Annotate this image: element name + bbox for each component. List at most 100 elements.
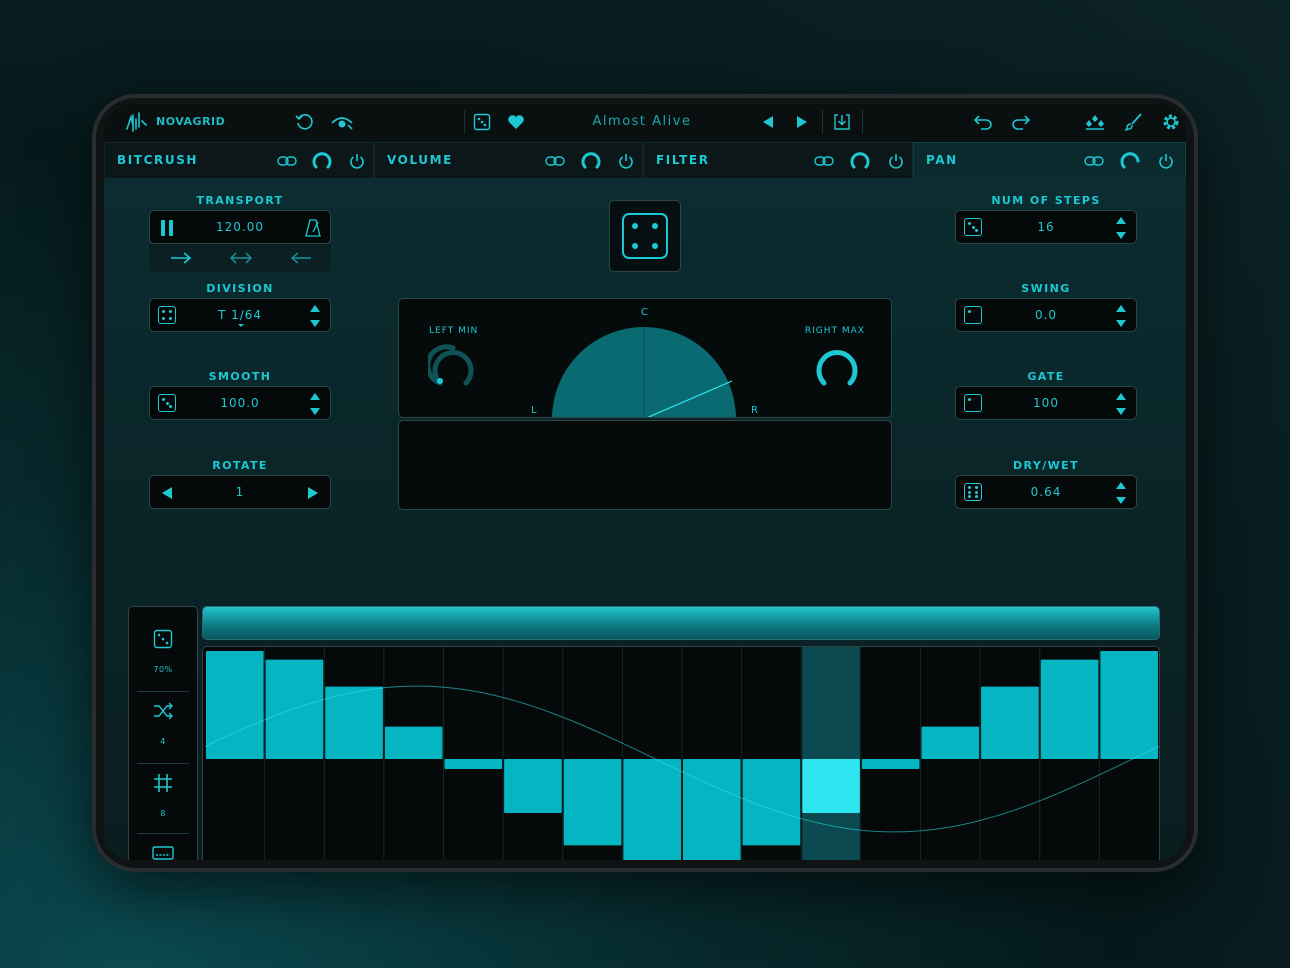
- link-icon[interactable]: [812, 149, 836, 173]
- swing-field[interactable]: 0.0: [955, 298, 1137, 332]
- random-steps-dice-icon[interactable]: [151, 627, 175, 651]
- step-bar[interactable]: [921, 726, 980, 759]
- visibility-icon[interactable]: [328, 110, 356, 134]
- modulation-knob-icon[interactable]: [848, 148, 872, 172]
- sequencer-tools: 70% 4 8: [128, 606, 198, 860]
- presets-browser-icon[interactable]: [1082, 110, 1108, 134]
- link-icon[interactable]: [275, 149, 299, 173]
- modulation-knob-icon[interactable]: [579, 148, 603, 172]
- step-bar[interactable]: [683, 759, 741, 860]
- divider: [137, 833, 189, 834]
- undo-icon[interactable]: [970, 110, 996, 134]
- step-sequencer[interactable]: [202, 646, 1160, 860]
- step-bar[interactable]: [563, 759, 622, 846]
- metronome-icon[interactable]: [302, 217, 324, 239]
- step-sequencer-graph[interactable]: [203, 647, 1160, 860]
- randomize-dice-icon[interactable]: [964, 306, 982, 324]
- step-bar[interactable]: [504, 759, 562, 813]
- randomize-all-button[interactable]: [609, 200, 681, 272]
- gate-value: 100: [1033, 396, 1059, 410]
- grid-icon[interactable]: [151, 771, 175, 795]
- smooth-field[interactable]: 100.0: [149, 386, 331, 420]
- tab-pan[interactable]: PAN: [913, 142, 1186, 178]
- smooth-value: 100.0: [220, 396, 260, 410]
- settings-gear-icon[interactable]: [1158, 110, 1184, 134]
- left-label: L: [531, 405, 538, 416]
- divider: [137, 763, 189, 764]
- rotate-left-icon[interactable]: [158, 484, 176, 502]
- modulation-knob-icon[interactable]: [1118, 148, 1142, 172]
- gate-field[interactable]: 100: [955, 386, 1137, 420]
- step-bar[interactable]: [384, 726, 443, 759]
- pan-output-display: [398, 420, 892, 510]
- dice-icon: [620, 211, 670, 261]
- gate-stepper[interactable]: [1116, 393, 1126, 415]
- division-stepper[interactable]: [310, 305, 320, 327]
- pingpong-arrow-icon[interactable]: [223, 248, 259, 268]
- randomize-dice-icon[interactable]: [158, 306, 176, 324]
- smooth-stepper[interactable]: [310, 393, 320, 415]
- step-range-bar[interactable]: [202, 606, 1160, 640]
- step-bar[interactable]: [981, 686, 1039, 759]
- pan-visualizer: LEFT MIN RIGHT MAX C L R: [398, 298, 892, 418]
- randomize-dice-icon[interactable]: [964, 483, 982, 501]
- link-icon[interactable]: [1082, 149, 1106, 173]
- shuffle-amount[interactable]: 4: [129, 737, 197, 746]
- step-bar[interactable]: [623, 759, 681, 860]
- rotate-field[interactable]: 1: [149, 475, 331, 509]
- grid-amount[interactable]: 8: [129, 809, 197, 818]
- num-steps-title: NUM OF STEPS: [991, 194, 1101, 207]
- tab-label: FILTER: [656, 153, 710, 167]
- step-bar[interactable]: [325, 686, 383, 759]
- modulation-knob-icon[interactable]: [310, 148, 334, 172]
- left-min-knob[interactable]: [427, 343, 479, 389]
- keyboard-icon[interactable]: [151, 843, 175, 860]
- shuffle-icon[interactable]: [151, 699, 175, 723]
- power-icon[interactable]: [884, 149, 908, 173]
- reverse-arrow-icon[interactable]: [283, 248, 319, 268]
- rotate-right-icon[interactable]: [304, 484, 322, 502]
- play-direction-selector: [149, 244, 331, 272]
- tab-filter[interactable]: FILTER: [643, 142, 913, 178]
- swing-stepper[interactable]: [1116, 305, 1126, 327]
- step-bar[interactable]: [265, 659, 324, 759]
- pause-icon[interactable]: [156, 217, 178, 239]
- step-bar[interactable]: [206, 651, 264, 759]
- step-bar[interactable]: [444, 759, 503, 769]
- power-icon[interactable]: [1154, 149, 1178, 173]
- randomize-dice-icon[interactable]: [964, 218, 982, 236]
- dry-wet-field[interactable]: 0.64: [955, 475, 1137, 509]
- preset-name[interactable]: Almost Alive: [564, 114, 720, 129]
- step-bar[interactable]: [861, 759, 920, 769]
- save-preset-icon[interactable]: [830, 110, 854, 134]
- division-field[interactable]: T 1/64: [149, 298, 331, 332]
- step-bar[interactable]: [802, 759, 860, 813]
- bpm-value[interactable]: 120.00: [180, 220, 300, 234]
- theme-brush-icon[interactable]: [1120, 110, 1146, 134]
- next-preset-icon[interactable]: [790, 110, 814, 134]
- step-bar[interactable]: [1040, 659, 1099, 759]
- step-bar[interactable]: [1100, 651, 1158, 759]
- power-icon[interactable]: [614, 149, 638, 173]
- power-icon[interactable]: [345, 149, 369, 173]
- previous-preset-icon[interactable]: [756, 110, 780, 134]
- random-amount[interactable]: 70%: [129, 665, 197, 674]
- dry-wet-value: 0.64: [1030, 485, 1062, 499]
- right-label: R: [751, 405, 759, 416]
- tab-bitcrush[interactable]: BITCRUSH: [104, 142, 374, 178]
- forward-arrow-icon[interactable]: [163, 248, 199, 268]
- num-steps-stepper[interactable]: [1116, 217, 1126, 239]
- randomize-dice-icon[interactable]: [158, 394, 176, 412]
- pan-position-dial[interactable]: [549, 325, 739, 418]
- randomize-dice-icon[interactable]: [964, 394, 982, 412]
- link-icon[interactable]: [543, 149, 567, 173]
- dry-wet-stepper[interactable]: [1116, 482, 1126, 504]
- swing-value: 0.0: [1034, 308, 1058, 322]
- right-max-knob[interactable]: [811, 343, 863, 389]
- num-steps-field[interactable]: 16: [955, 210, 1137, 244]
- tab-volume[interactable]: VOLUME: [374, 142, 643, 178]
- favorite-heart-icon[interactable]: [504, 110, 528, 134]
- randomize-dice-icon[interactable]: [470, 110, 494, 134]
- reset-icon[interactable]: [292, 110, 316, 134]
- redo-icon[interactable]: [1008, 110, 1034, 134]
